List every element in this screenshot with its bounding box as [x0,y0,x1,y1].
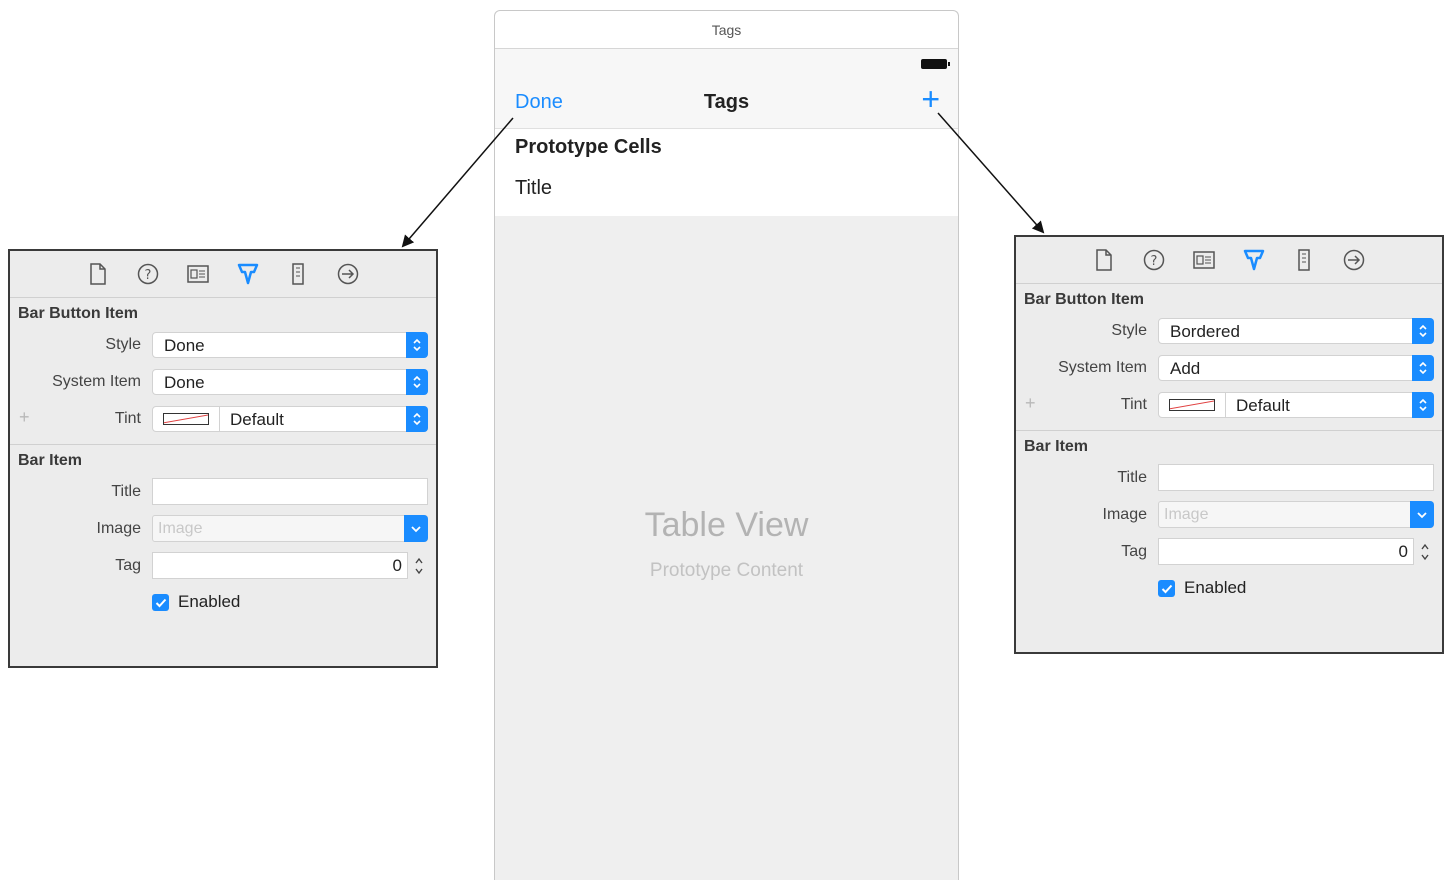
bar-item-section-title: Bar Item [1024,438,1089,455]
prototype-cells-header: Prototype Cells [495,129,958,165]
bar-button-item-section-title: Bar Button Item [1024,291,1144,308]
size-icon[interactable] [1292,248,1316,272]
enabled-checkbox[interactable] [152,594,169,611]
chevron-updown-icon [406,332,428,358]
connections-icon[interactable] [336,262,360,286]
tag-field[interactable]: 0 [1158,538,1414,565]
status-bar [495,49,958,89]
navigation-bar: Done Tags + [495,81,958,129]
style-popup[interactable]: Done [152,332,428,358]
bar-item-section-title: Bar Item [18,452,83,469]
tint-color-swatch[interactable] [163,413,209,425]
file-icon[interactable] [86,262,110,286]
tint-label: Tint [1120,396,1147,413]
title-field[interactable] [152,478,428,505]
chevron-updown-icon [1412,355,1434,381]
bar-button-item-section-title: Bar Button Item [18,305,138,322]
table-view[interactable]: Table View Prototype Content [495,216,958,880]
tag-stepper[interactable] [412,553,426,579]
title-field[interactable] [1158,464,1434,491]
style-label: Style [1111,322,1147,339]
tint-value: Default [230,410,284,429]
storyboard-scene: Tags Done Tags + Prototype Cells Title T… [494,10,959,880]
identity-icon[interactable] [1192,248,1216,272]
help-icon[interactable]: ? [136,262,160,286]
style-value: Done [164,336,205,355]
system-item-popup[interactable]: Done [152,369,428,395]
tag-value: 0 [392,556,402,575]
svg-text:?: ? [1151,254,1158,269]
system-item-value: Done [164,373,205,392]
add-variation-icon[interactable]: + [19,407,30,428]
tint-value: Default [1236,396,1290,415]
system-item-popup[interactable]: Add [1158,355,1434,381]
image-combo[interactable]: Image [1158,501,1434,528]
tint-color-swatch[interactable] [1169,399,1215,411]
tag-label: Tag [1121,543,1147,560]
style-value: Bordered [1170,322,1240,341]
enabled-label: Enabled [178,592,241,611]
chevron-updown-icon [406,406,428,432]
svg-text:?: ? [145,268,152,283]
size-icon[interactable] [286,262,310,286]
chevron-updown-icon [406,369,428,395]
file-icon[interactable] [1092,248,1116,272]
tag-field[interactable]: 0 [152,552,408,579]
chevron-down-icon[interactable] [1410,501,1434,528]
identity-icon[interactable] [186,262,210,286]
system-item-label: System Item [1058,359,1147,376]
inspector-toolbar: ? [1016,237,1442,284]
tint-popup[interactable]: Default [152,406,428,432]
image-label: Image [96,520,141,537]
left-attributes-inspector: ? Bar Button Item Style Done System Item… [8,249,438,668]
image-combo[interactable]: Image [152,515,428,542]
chevron-updown-icon [1412,318,1434,344]
attributes-icon[interactable] [1242,248,1266,272]
add-variation-icon[interactable]: + [1025,393,1036,414]
tint-label: Tint [114,410,141,427]
prototype-content-placeholder: Prototype Content [649,560,804,581]
chevron-down-icon[interactable] [404,515,428,542]
scene-title: Tags [495,11,958,49]
enabled-checkbox[interactable] [1158,580,1175,597]
tag-label: Tag [115,557,141,574]
inspector-toolbar: ? [10,251,436,298]
image-placeholder: Image [158,520,203,537]
prototype-cell[interactable]: Title [495,165,958,211]
chevron-updown-icon [1412,392,1434,418]
add-bar-button[interactable]: + [921,81,940,118]
title-label: Title [111,483,141,500]
system-item-value: Add [1170,359,1201,378]
image-placeholder: Image [1164,506,1209,523]
enabled-label: Enabled [1184,578,1247,597]
help-icon[interactable]: ? [1142,248,1166,272]
connections-icon[interactable] [1342,248,1366,272]
system-item-label: System Item [52,373,141,390]
tag-stepper[interactable] [1418,539,1432,565]
tint-popup[interactable]: Default [1158,392,1434,418]
right-attributes-inspector: ? Bar Button Item Style Bordered System … [1014,235,1444,654]
tag-value: 0 [1398,542,1408,561]
title-label: Title [1117,469,1147,486]
table-view-placeholder: Table View [644,506,809,544]
style-popup[interactable]: Bordered [1158,318,1434,344]
attributes-icon[interactable] [236,262,260,286]
image-label: Image [1102,506,1147,523]
nav-title: Tags [703,91,750,113]
style-label: Style [105,336,141,353]
battery-icon [921,59,950,69]
